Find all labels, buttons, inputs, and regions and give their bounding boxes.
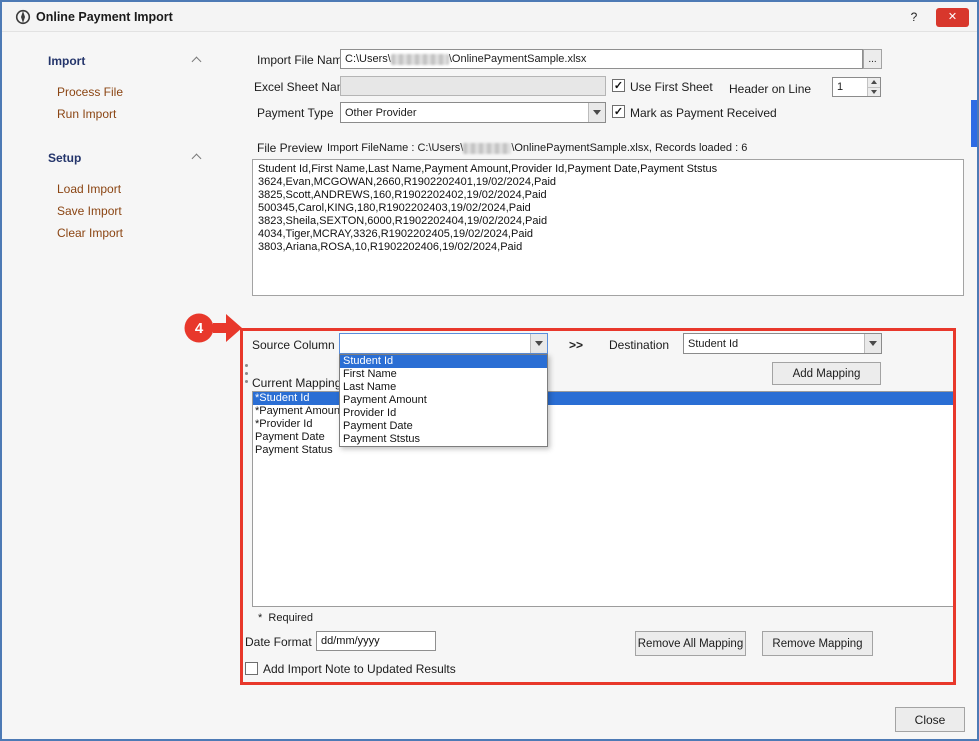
redacted-username (463, 143, 511, 154)
info-suffix: \OnlinePaymentSample.xlsx, Records loade… (511, 142, 747, 154)
app-icon (15, 9, 31, 25)
sidebar-item-save-import[interactable]: Save Import (57, 204, 122, 218)
current-mapping-label: Current Mapping (252, 376, 341, 390)
sidebar-section-setup[interactable]: Setup (48, 151, 81, 165)
path-suffix: \OnlinePaymentSample.xlsx (449, 53, 587, 65)
dropdown-option[interactable]: Student Id (340, 355, 547, 368)
sidebar-item-clear-import[interactable]: Clear Import (57, 226, 123, 240)
close-window-button[interactable]: ✕ (936, 8, 969, 27)
payment-type-dropdown[interactable]: Other Provider (340, 102, 606, 123)
destination-value: Student Id (684, 334, 864, 353)
preview-line: 3624,Evan,MCGOWAN,2660,R1902202401,19/02… (258, 176, 958, 189)
source-column-dropdown[interactable] (339, 333, 548, 354)
import-file-name-input[interactable]: C:\Users\ \OnlinePaymentSample.xlsx (340, 49, 863, 69)
browse-file-button[interactable]: ... (863, 49, 882, 69)
close-icon: ✕ (948, 11, 957, 23)
edge-scroll-marker (971, 100, 977, 147)
source-column-label: Source Column (252, 338, 335, 352)
dropdown-arrow-icon (593, 110, 601, 115)
up-arrow-icon (871, 80, 877, 84)
splitter-grip-handle[interactable] (245, 364, 248, 383)
add-import-note-checkbox[interactable] (245, 662, 258, 675)
sidebar-section-import[interactable]: Import (48, 54, 85, 68)
file-preview-label: File Preview (257, 141, 322, 155)
dropdown-button[interactable] (530, 334, 547, 353)
use-first-sheet-checkbox[interactable]: ✓ (612, 79, 625, 92)
mark-payment-received-checkbox[interactable]: ✓ (612, 105, 625, 118)
online-payment-import-window: Online Payment Import ? ✕ Import Process… (0, 0, 979, 741)
spinner-down-button[interactable] (868, 88, 880, 97)
add-mapping-button[interactable]: Add Mapping (772, 362, 881, 385)
add-import-note-label: Add Import Note to Updated Results (263, 662, 456, 676)
payment-type-value: Other Provider (341, 103, 588, 122)
info-prefix: Import FileName : C:\Users\ (327, 142, 463, 154)
preview-line: 4034,Tiger,MCRAY,3326,R1902202405,19/02/… (258, 228, 958, 241)
source-column-dropdown-list[interactable]: Student Id First Name Last Name Payment … (339, 354, 548, 447)
map-direction-indicator: >> (569, 338, 583, 352)
destination-dropdown[interactable]: Student Id (683, 333, 882, 354)
help-button[interactable]: ? (905, 8, 923, 26)
dropdown-option[interactable]: Payment Amount (340, 394, 547, 407)
chevron-up-icon[interactable] (192, 154, 202, 164)
window-title: Online Payment Import (36, 2, 173, 32)
titlebar: Online Payment Import ? ✕ (2, 2, 977, 32)
redacted-username (391, 54, 449, 65)
dropdown-option[interactable]: Provider Id (340, 407, 547, 420)
preview-info: Import FileName : C:\Users\ \OnlinePaymen… (327, 142, 747, 154)
sidebar-item-load-import[interactable]: Load Import (57, 182, 121, 196)
down-arrow-icon (871, 90, 877, 94)
dropdown-button[interactable] (864, 334, 881, 353)
preview-line: 3803,Ariana,ROSA,10,R1902202406,19/02/20… (258, 241, 958, 254)
preview-line: Student Id,First Name,Last Name,Payment … (258, 163, 958, 176)
payment-type-label: Payment Type (257, 106, 334, 120)
remove-all-mapping-button[interactable]: Remove All Mapping (635, 631, 746, 656)
dropdown-arrow-icon (535, 341, 543, 346)
date-format-input[interactable] (316, 631, 436, 651)
required-note: * Required (258, 612, 313, 624)
annotation-number: 4 (195, 320, 204, 337)
chevron-up-icon[interactable] (192, 57, 202, 67)
annotation-arrow: 4 (170, 305, 248, 351)
dropdown-option[interactable]: Payment Date (340, 420, 547, 433)
dropdown-option[interactable]: First Name (340, 368, 547, 381)
dropdown-option[interactable]: Last Name (340, 381, 547, 394)
sidebar-item-run-import[interactable]: Run Import (57, 107, 116, 121)
use-first-sheet-label: Use First Sheet (630, 80, 713, 94)
import-file-name-label: Import File Name (257, 53, 349, 67)
source-column-value (340, 334, 530, 353)
file-preview-box[interactable]: Student Id,First Name,Last Name,Payment … (252, 159, 964, 296)
dropdown-option[interactable]: Payment Ststus (340, 433, 547, 446)
destination-label: Destination (609, 338, 669, 352)
excel-sheet-name-label: Excel Sheet Name (254, 80, 353, 94)
preview-line: 500345,Carol,KING,180,R1902202403,19/02/… (258, 202, 958, 215)
header-line-value: 1 (833, 78, 867, 96)
excel-sheet-name-input (340, 76, 606, 96)
preview-line: 3825,Scott,ANDREWS,160,R1902202402,19/02… (258, 189, 958, 202)
date-format-label: Date Format (245, 635, 312, 649)
dropdown-button[interactable] (588, 103, 605, 122)
header-line-spinner[interactable]: 1 (832, 77, 881, 97)
remove-mapping-button[interactable]: Remove Mapping (762, 631, 873, 656)
sidebar-item-process-file[interactable]: Process File (57, 85, 123, 99)
checkmark-icon: ✓ (613, 106, 624, 118)
path-prefix: C:\Users\ (345, 53, 391, 65)
dropdown-arrow-icon (869, 341, 877, 346)
header-on-line-label: Header on Line (729, 82, 811, 96)
mark-payment-received-label: Mark as Payment Received (630, 106, 777, 120)
spinner-up-button[interactable] (868, 78, 880, 88)
checkmark-icon: ✓ (613, 80, 624, 92)
close-button[interactable]: Close (895, 707, 965, 732)
preview-line: 3823,Sheila,SEXTON,6000,R1902202404,19/0… (258, 215, 958, 228)
